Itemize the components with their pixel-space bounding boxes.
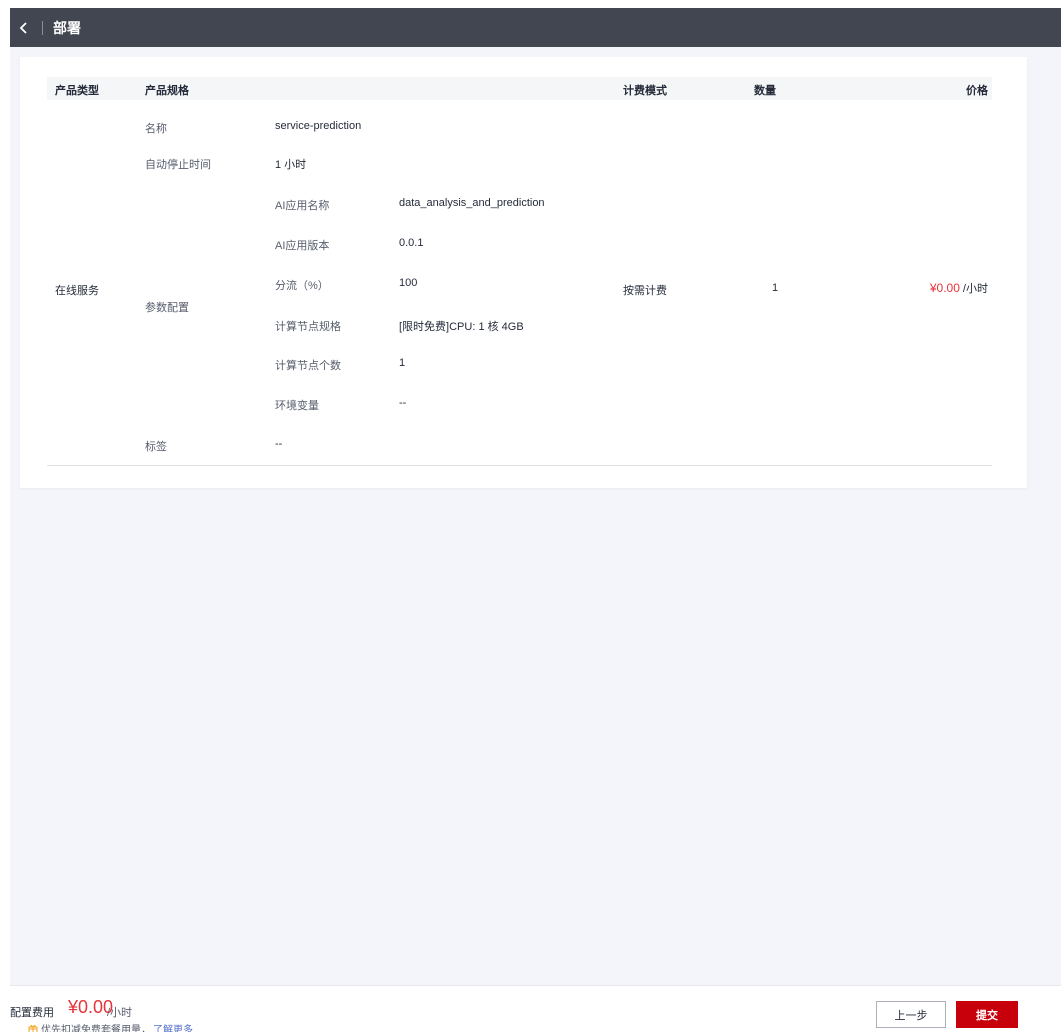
column-header-price: 价格 — [966, 85, 988, 97]
column-header-spec: 产品规格 — [145, 85, 189, 97]
back-button[interactable] — [10, 8, 38, 47]
price-amount: ¥0.00 — [929, 281, 960, 295]
table-header: 产品类型 产品规格 计费模式 数量 价格 — [47, 77, 992, 100]
order-summary-card: 产品类型 产品规格 计费模式 数量 价格 在线服务 名称 service-pre… — [20, 57, 1027, 488]
gift-icon — [28, 1024, 38, 1032]
param-model-version-label: AI应用版本 — [275, 240, 330, 252]
header-divider — [42, 20, 43, 35]
spec-name-value: service-prediction — [275, 120, 362, 132]
spec-auto-stop-value: 1 小时 — [275, 159, 307, 171]
param-model-version-value: 0.0.1 — [399, 237, 424, 249]
param-env-value: -- — [399, 397, 407, 409]
spec-name-label: 名称 — [145, 123, 167, 135]
chevron-left-icon — [19, 21, 27, 34]
spec-tags-value: -- — [275, 438, 283, 450]
fee-unit: /小时 — [107, 1007, 133, 1019]
table-row: 在线服务 名称 service-prediction 自动停止时间 1 小时 参… — [47, 100, 992, 466]
main-content: 产品类型 产品规格 计费模式 数量 价格 在线服务 名称 service-pre… — [10, 47, 1061, 985]
footer-bar: 配置费用 ¥0.00 /小时 优先扣减免费套餐用量， 了解更多 上一步 提交 — [10, 985, 1061, 1032]
param-node-spec-label: 计算节点规格 — [275, 321, 341, 333]
column-header-billing: 计费模式 — [623, 85, 667, 97]
spec-auto-stop-label: 自动停止时间 — [145, 159, 211, 171]
quantity: 1 — [772, 282, 779, 294]
param-node-count-label: 计算节点个数 — [275, 360, 341, 372]
fee-label: 配置费用 — [10, 1007, 54, 1019]
product-type: 在线服务 — [55, 285, 99, 297]
previous-step-button[interactable]: 上一步 — [876, 1001, 946, 1028]
billing-mode: 按需计费 — [623, 285, 667, 297]
spec-params-label: 参数配置 — [145, 302, 189, 314]
param-node-spec-value: [限时免费]CPU: 1 核 4GB — [399, 321, 524, 333]
param-model-name-label: AI应用名称 — [275, 200, 330, 212]
learn-more-link[interactable]: 了解更多 — [153, 1021, 193, 1032]
param-model-name-value: data_analysis_and_prediction — [399, 197, 545, 209]
param-env-label: 环境变量 — [275, 400, 319, 412]
page-title: 部署 — [53, 19, 81, 36]
param-traffic-value: 100 — [399, 277, 418, 289]
column-header-quantity: 数量 — [754, 85, 776, 97]
top-bar: 部署 — [10, 8, 1061, 47]
price-unit: /小时 — [959, 283, 988, 295]
column-header-type: 产品类型 — [55, 85, 99, 97]
row-price: ¥0.00 /小时 — [930, 280, 988, 296]
tip-text: 优先扣减免费套餐用量， — [41, 1025, 151, 1032]
param-traffic-label: 分流（%） — [275, 280, 329, 292]
free-package-tip: 优先扣减免费套餐用量， 了解更多 — [28, 1021, 193, 1032]
spec-tags-label: 标签 — [145, 441, 167, 453]
submit-button[interactable]: 提交 — [956, 1001, 1018, 1028]
param-node-count-value: 1 — [399, 357, 406, 369]
